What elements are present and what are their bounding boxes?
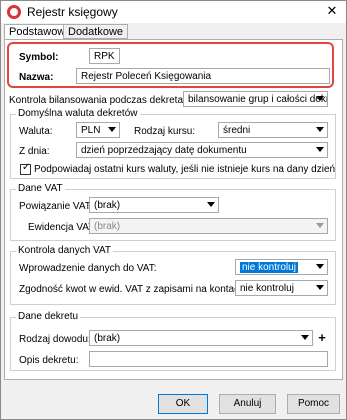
title-bar: Rejestr księgowy ✕	[1, 1, 346, 23]
wprowadzenie-vat-value: nie kontroluj	[240, 262, 298, 273]
wprowadzenie-vat-label: Wprowadzenie danych do VAT:	[19, 263, 157, 274]
chevron-down-icon	[316, 223, 324, 228]
ewidencja-vat-label: Ewidencja VAT:	[28, 222, 96, 233]
podpowiadaj-kurs-checkbox[interactable]	[20, 162, 31, 175]
domyslna-waluta-title: Domyślna waluta dekretów	[16, 108, 140, 119]
waluta-select[interactable]: PLN	[76, 122, 120, 138]
chevron-down-icon	[207, 202, 215, 207]
close-button[interactable]: ✕	[324, 2, 340, 20]
opis-dekretu-label: Opis dekretu:	[19, 355, 79, 366]
dane-vat-title: Dane VAT	[16, 183, 65, 194]
rodzaj-kursu-value: średni	[223, 125, 251, 136]
chevron-down-icon	[301, 335, 309, 340]
chevron-down-icon	[316, 285, 324, 290]
app-icon	[7, 5, 21, 19]
powiazanie-vat-value: (brak)	[94, 200, 121, 211]
powiazanie-vat-label: Powiązanie VAT:	[19, 201, 93, 212]
opis-dekretu-input[interactable]	[89, 351, 328, 367]
add-dowod-button[interactable]: +	[315, 330, 329, 346]
dane-dekretu-title: Dane dekretu	[16, 311, 81, 322]
chevron-down-icon	[316, 127, 324, 132]
nazwa-label: Nazwa:	[19, 72, 54, 83]
kontrola-bilansowania-value: bilansowanie grup i całości dekretu	[188, 94, 328, 105]
chevron-down-icon	[108, 127, 116, 132]
rodzaj-kursu-select[interactable]: średni	[218, 122, 328, 138]
kontrola-bilansowania-select[interactable]: bilansowanie grup i całości dekretu	[183, 91, 328, 107]
waluta-label: Waluta:	[19, 126, 53, 137]
anuluj-button[interactable]: Anuluj	[219, 394, 276, 414]
rodzaj-dowodu-label: Rodzaj dowodu:	[19, 334, 91, 345]
kontrola-vat-title: Kontrola danych VAT	[16, 245, 114, 256]
symbol-input[interactable]: RPK	[89, 48, 120, 64]
chevron-down-icon	[316, 264, 324, 269]
zgodnosc-kwot-label: Zgodność kwot w ewid. VAT z zapisami na …	[19, 284, 248, 295]
podpowiadaj-kurs-label: Podpowiadaj ostatni kurs waluty, jeśli n…	[34, 164, 336, 175]
symbol-label: Symbol:	[19, 52, 59, 63]
kontrola-bilansowania-label: Kontrola bilansowania podczas dekretacji…	[9, 95, 196, 106]
wprowadzenie-vat-select[interactable]: nie kontroluj	[235, 259, 328, 275]
ewidencja-vat-value: (brak)	[94, 221, 121, 232]
zgodnosc-kwot-value: nie kontroluj	[240, 283, 294, 294]
tab-dodatkowe[interactable]: Dodatkowe	[63, 24, 129, 39]
zgodnosc-kwot-select[interactable]: nie kontroluj	[235, 280, 328, 296]
pomoc-button[interactable]: Pomoc	[287, 394, 340, 414]
z-dnia-select[interactable]: dzień poprzedzający datę dokumentu	[76, 142, 328, 158]
z-dnia-value: dzień poprzedzający datę dokumentu	[81, 145, 247, 156]
window-title: Rejestr księgowy	[27, 5, 118, 19]
dialog-window: Rejestr księgowy ✕ Podstawowe Dodatkowe …	[0, 0, 347, 420]
rodzaj-dowodu-value: (brak)	[94, 333, 121, 344]
z-dnia-label: Z dnia:	[19, 146, 50, 157]
waluta-value: PLN	[81, 125, 101, 136]
ok-button[interactable]: OK	[158, 394, 208, 414]
chevron-down-icon	[316, 96, 324, 101]
rodzaj-kursu-label: Rodzaj kursu:	[134, 126, 196, 137]
ewidencja-vat-select[interactable]: (brak)	[89, 218, 328, 234]
nazwa-input[interactable]: Rejestr Poleceń Księgowania	[76, 68, 330, 84]
rodzaj-dowodu-select[interactable]: (brak)	[89, 330, 313, 346]
powiazanie-vat-select[interactable]: (brak)	[89, 197, 219, 213]
chevron-down-icon	[316, 147, 324, 152]
